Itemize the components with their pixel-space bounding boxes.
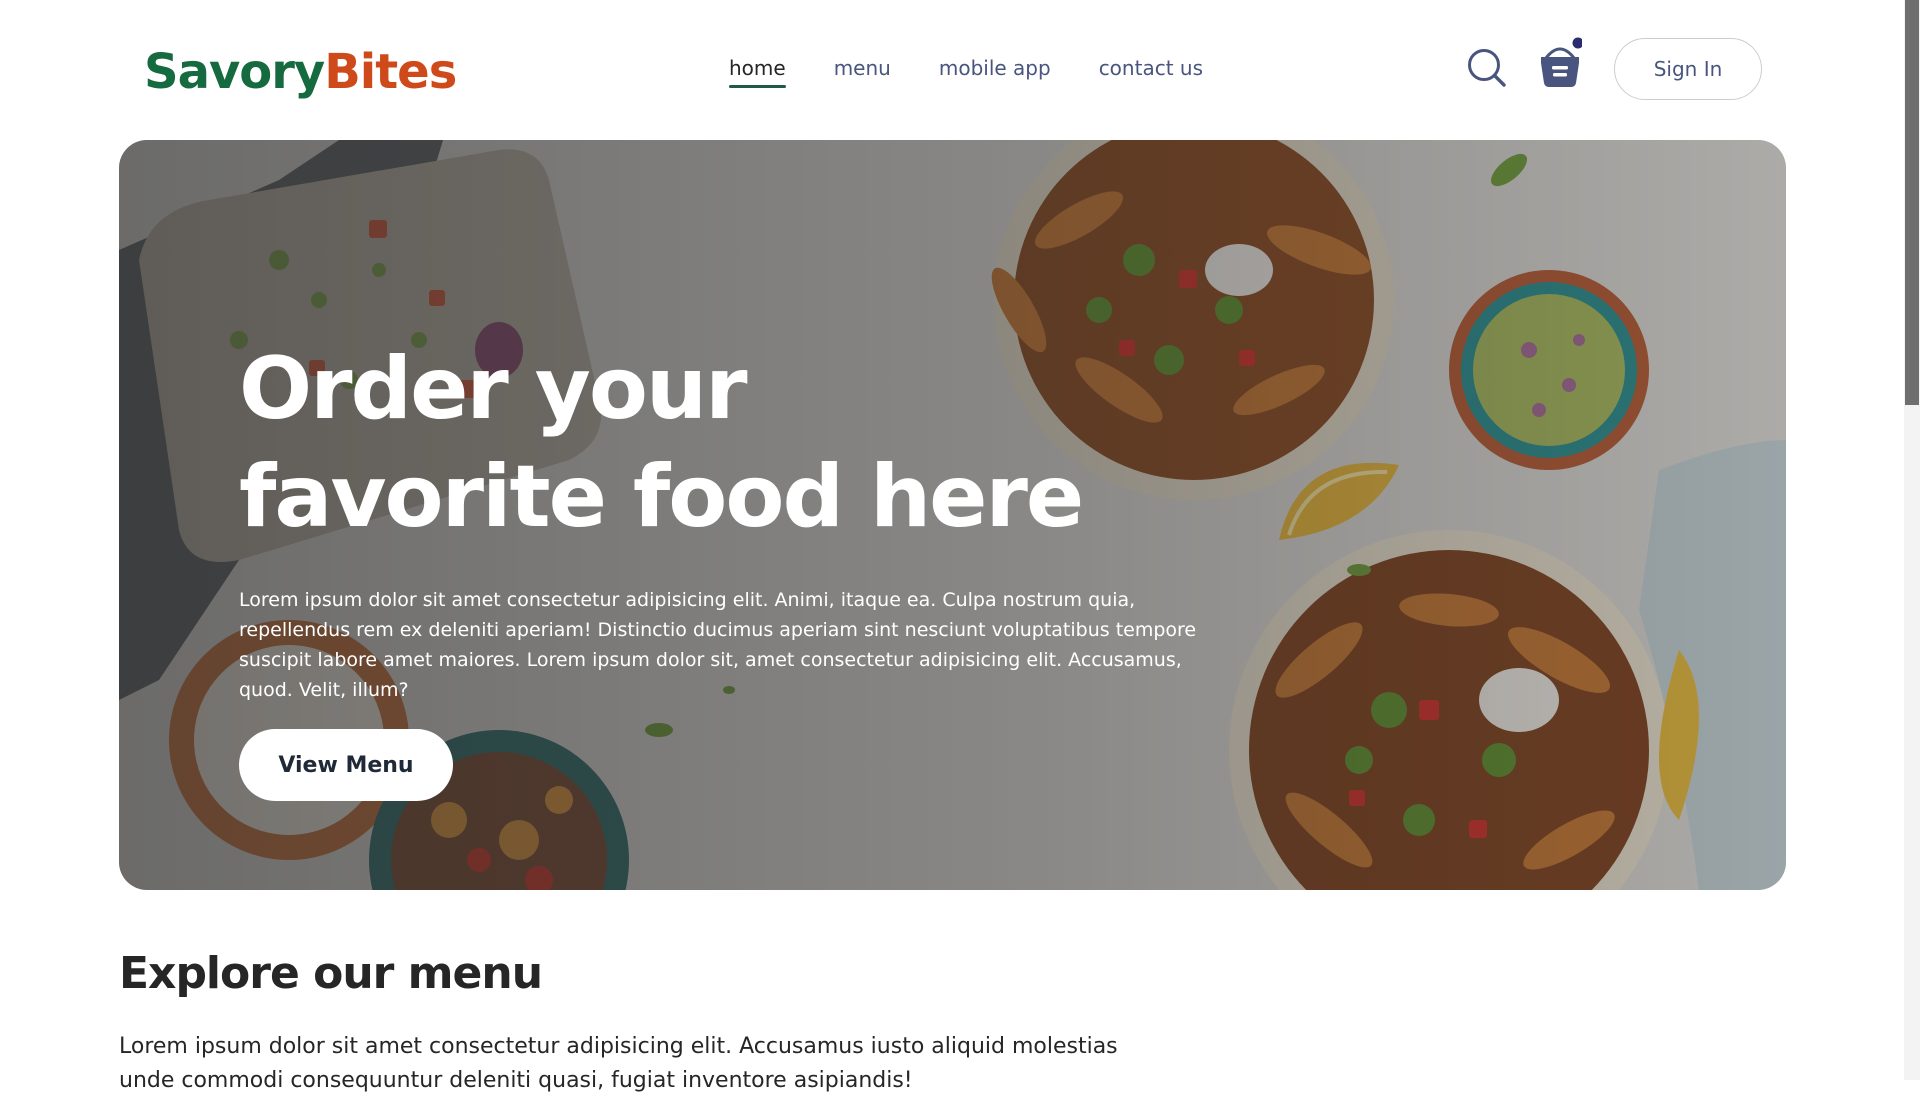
navbar: SavoryBites home menu mobile app contact… xyxy=(0,0,1904,140)
hero-description: Lorem ipsum dolor sit amet consectetur a… xyxy=(239,589,1197,701)
logo-part-savory: Savory xyxy=(144,44,325,100)
nav-item-mobile-app[interactable]: mobile app xyxy=(939,56,1051,88)
nav-item-menu[interactable]: menu xyxy=(834,56,891,88)
nav-menu: home menu mobile app contact us xyxy=(729,56,1203,88)
explore-menu-description: Lorem ipsum dolor sit amet consectetur a… xyxy=(119,1034,1118,1093)
search-icon[interactable] xyxy=(1466,47,1508,89)
scrollbar-thumb[interactable] xyxy=(1905,0,1919,405)
logo-part-bites: Bites xyxy=(324,44,457,100)
basket-icon[interactable] xyxy=(1538,36,1582,92)
view-menu-button[interactable]: View Menu xyxy=(239,729,453,801)
cart-notification-dot xyxy=(1572,37,1582,49)
logo[interactable]: SavoryBites xyxy=(144,42,457,102)
nav-item-contact-us[interactable]: contact us xyxy=(1099,56,1203,88)
hero-title-line-1: Order your xyxy=(239,339,748,439)
nav-item-home[interactable]: home xyxy=(729,56,786,88)
hero-title: Order your favorite food here xyxy=(239,335,1239,551)
scrollbar[interactable] xyxy=(1904,0,1920,1080)
explore-menu-title: Explore our menu xyxy=(119,948,543,999)
hero-content: Order your favorite food here Lorem ipsu… xyxy=(239,335,1239,801)
sign-in-button[interactable]: Sign In xyxy=(1614,38,1762,100)
hero-banner: Order your favorite food here Lorem ipsu… xyxy=(119,140,1786,890)
hero-title-line-2: favorite food here xyxy=(239,447,1084,547)
